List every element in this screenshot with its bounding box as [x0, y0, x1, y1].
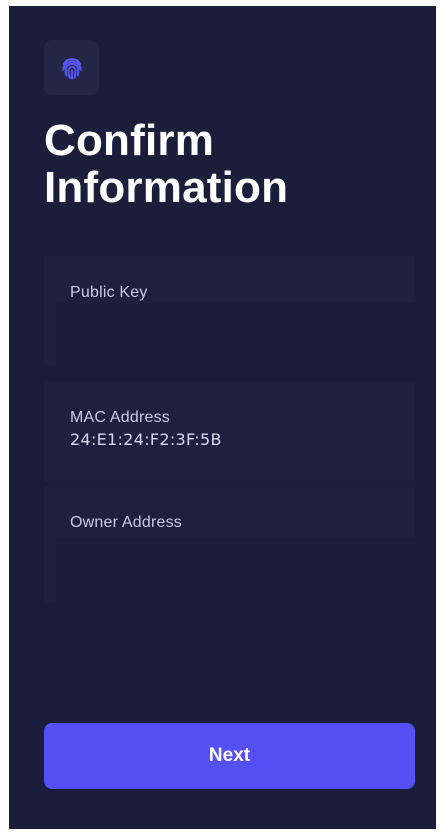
next-button[interactable]: Next — [44, 723, 415, 789]
public-key-label: Public Key — [70, 284, 148, 301]
page-title-line-2: Information — [44, 163, 289, 212]
confirm-information-screen: Confirm Information Public Key MAC Addre… — [9, 6, 436, 829]
mac-address-field[interactable]: MAC Address 24:E1:24:F2:3F:5B — [44, 382, 415, 482]
app-logo — [44, 40, 99, 95]
public-key-value-area — [56, 303, 415, 366]
mac-address-label: MAC Address — [70, 409, 171, 426]
page-title: Confirm Information — [44, 117, 424, 211]
owner-address-value-area — [56, 537, 415, 603]
mac-address-value: 24:E1:24:F2:3F:5B — [70, 430, 222, 449]
public-key-field[interactable]: Public Key — [44, 256, 415, 366]
page-title-line-1: Confirm — [44, 116, 215, 165]
owner-address-field[interactable]: Owner Address — [44, 486, 415, 603]
owner-address-label: Owner Address — [70, 514, 182, 531]
fingerprint-icon — [58, 54, 86, 82]
